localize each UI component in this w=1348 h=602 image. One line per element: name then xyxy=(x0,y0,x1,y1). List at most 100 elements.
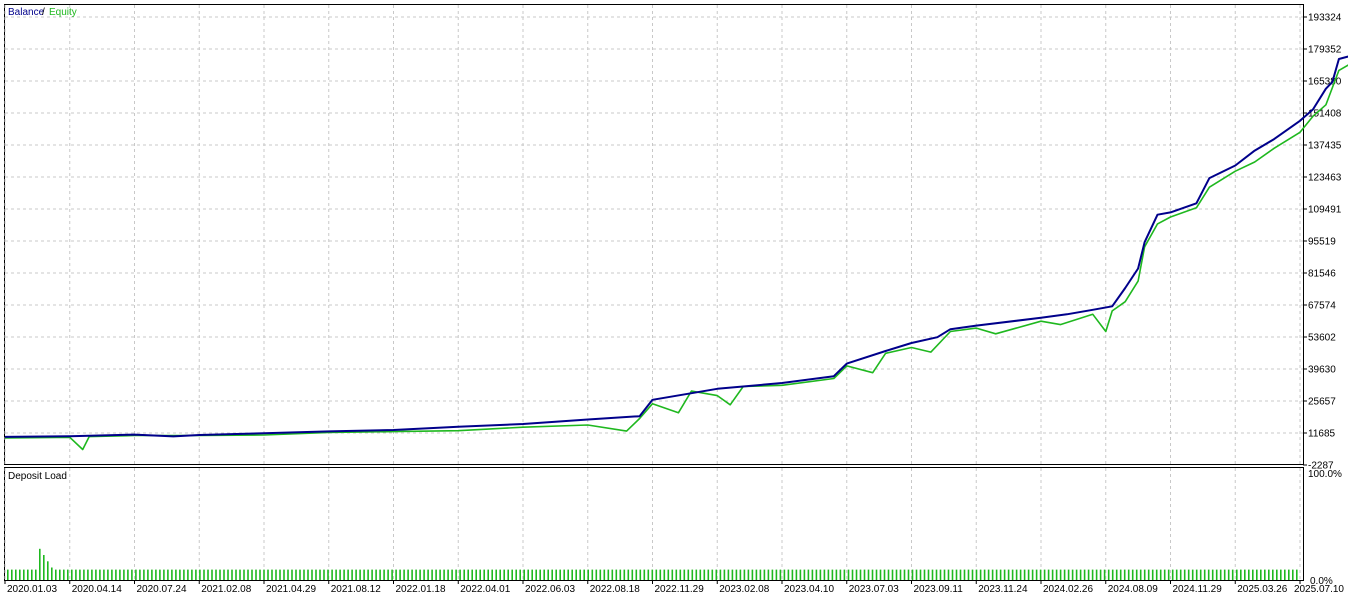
deposit-load-bar xyxy=(67,569,69,580)
deposit-load-bar xyxy=(1244,569,1246,580)
x-tick-label: 2024.02.26 xyxy=(1043,584,1093,595)
deposit-load-bar xyxy=(655,569,658,580)
deposit-load-bar xyxy=(31,569,33,580)
deposit-load-bar xyxy=(1248,569,1250,580)
deposit-load-bar xyxy=(743,569,746,580)
x-tick-label: 2020.07.24 xyxy=(137,584,187,595)
deposit-load-bar xyxy=(607,569,610,580)
deposit-load-bar xyxy=(823,569,826,580)
x-tick-label: 2023.09.11 xyxy=(914,584,964,595)
deposit-load-bar xyxy=(287,569,289,580)
deposit-load-bar xyxy=(1227,569,1230,580)
deposit-load-bar xyxy=(979,569,982,580)
deposit-load-bar xyxy=(379,569,381,580)
y-tick-label: 137435 xyxy=(1308,141,1342,152)
deposit-load-bar xyxy=(863,569,866,580)
deposit-load-bar xyxy=(779,569,782,580)
deposit-load-bar xyxy=(211,569,213,580)
deposit-load-bar xyxy=(843,569,846,580)
deposit-load-bar xyxy=(63,569,65,580)
deposit-load-bar xyxy=(267,569,269,580)
deposit-load-bar xyxy=(483,569,485,580)
x-tick-label: 2021.08.12 xyxy=(331,584,381,595)
deposit-load-bar xyxy=(347,569,349,580)
deposit-load-bar xyxy=(691,569,694,580)
deposit-load-bar xyxy=(1231,569,1234,580)
deposit-load-bar xyxy=(871,569,874,580)
deposit-load-bar xyxy=(339,569,341,580)
deposit-load-bar xyxy=(1011,569,1014,580)
deposit-load-bar xyxy=(191,569,193,580)
deposit-load-bar xyxy=(507,569,509,580)
deposit-load-bar xyxy=(503,569,505,580)
deposit-load-bar xyxy=(1131,569,1134,580)
deposit-load-bar xyxy=(859,569,862,580)
deposit-load-bar xyxy=(991,569,994,580)
deposit-load-bar xyxy=(475,569,477,580)
deposit-load-bar xyxy=(967,569,970,580)
deposit-load-bar xyxy=(887,569,890,580)
x-tick-label: 2025.03.26 xyxy=(1237,584,1287,595)
deposit-load-bar xyxy=(271,569,273,580)
deposit-load-bar xyxy=(619,569,622,580)
deposit-load-bar xyxy=(811,569,814,580)
deposit-load-bar xyxy=(835,569,838,580)
deposit-load-bar xyxy=(39,548,41,580)
deposit-load-bar xyxy=(467,569,469,580)
deposit-load-bar xyxy=(43,555,45,580)
deposit-load-bar xyxy=(963,569,966,580)
deposit-load-bar xyxy=(1199,569,1202,580)
deposit-load-bar xyxy=(683,569,686,580)
deposit-load-bar xyxy=(883,569,886,580)
deposit-load-bar xyxy=(647,569,650,580)
deposit-load-bar xyxy=(659,569,662,580)
deposit-load-bar xyxy=(575,569,577,580)
deposit-load-bar xyxy=(583,569,585,580)
y-tick-label: 39630 xyxy=(1308,364,1336,375)
deposit-load-bar xyxy=(255,569,257,580)
deposit-load-bar xyxy=(723,569,726,580)
deposit-load-bar xyxy=(599,569,602,580)
deposit-load-bar xyxy=(451,569,453,580)
deposit-load-bar xyxy=(115,569,117,580)
deposit-load-bar xyxy=(679,569,682,580)
x-tick-label: 2022.04.01 xyxy=(460,584,510,595)
deposit-load-bar xyxy=(155,569,157,580)
deposit-load-title: Deposit Load xyxy=(8,471,67,482)
deposit-load-bar xyxy=(995,569,998,580)
deposit-load-bar xyxy=(563,569,565,580)
deposit-load-bar xyxy=(1111,569,1114,580)
deposit-load-bar xyxy=(1115,569,1118,580)
deposit-load-bar xyxy=(1099,569,1102,580)
deposit-load-bar xyxy=(359,569,361,580)
deposit-load-bar xyxy=(11,569,13,580)
deposit-load-bar xyxy=(1183,569,1186,580)
deposit-load-bar xyxy=(1023,569,1026,580)
legend-equity-label: Equity xyxy=(49,7,77,18)
deposit-load-bar xyxy=(739,569,742,580)
deposit-load-bar xyxy=(719,569,722,580)
deposit-load-bar xyxy=(855,569,858,580)
deposit-load-bar xyxy=(175,569,177,580)
deposit-load-bar xyxy=(1091,569,1094,580)
deposit-load-bar xyxy=(263,569,265,580)
deposit-load-bar xyxy=(111,569,113,580)
deposit-load-bar xyxy=(71,569,73,580)
deposit-load-bar xyxy=(499,569,501,580)
deposit-load-bar xyxy=(987,569,990,580)
deposit-load-bar xyxy=(903,569,906,580)
deposit-load-bar xyxy=(947,569,950,580)
deposit-load-bar xyxy=(363,569,365,580)
deposit-load-bar xyxy=(135,569,137,580)
deposit-load-bar xyxy=(707,569,710,580)
x-tick-label: 2023.04.10 xyxy=(784,584,834,595)
deposit-load-bar xyxy=(731,569,734,580)
deposit-load-bar xyxy=(635,569,638,580)
chart-area: 193324 179352 165380 151408 137435 123463 1094… xyxy=(0,0,1348,597)
deposit-load-bar xyxy=(735,569,738,580)
deposit-load-bar xyxy=(371,569,373,580)
deposit-load-bar xyxy=(1296,569,1298,580)
deposit-load-bar xyxy=(367,569,369,580)
deposit-load-bar xyxy=(1143,569,1146,580)
deposit-load-bar xyxy=(547,569,549,580)
